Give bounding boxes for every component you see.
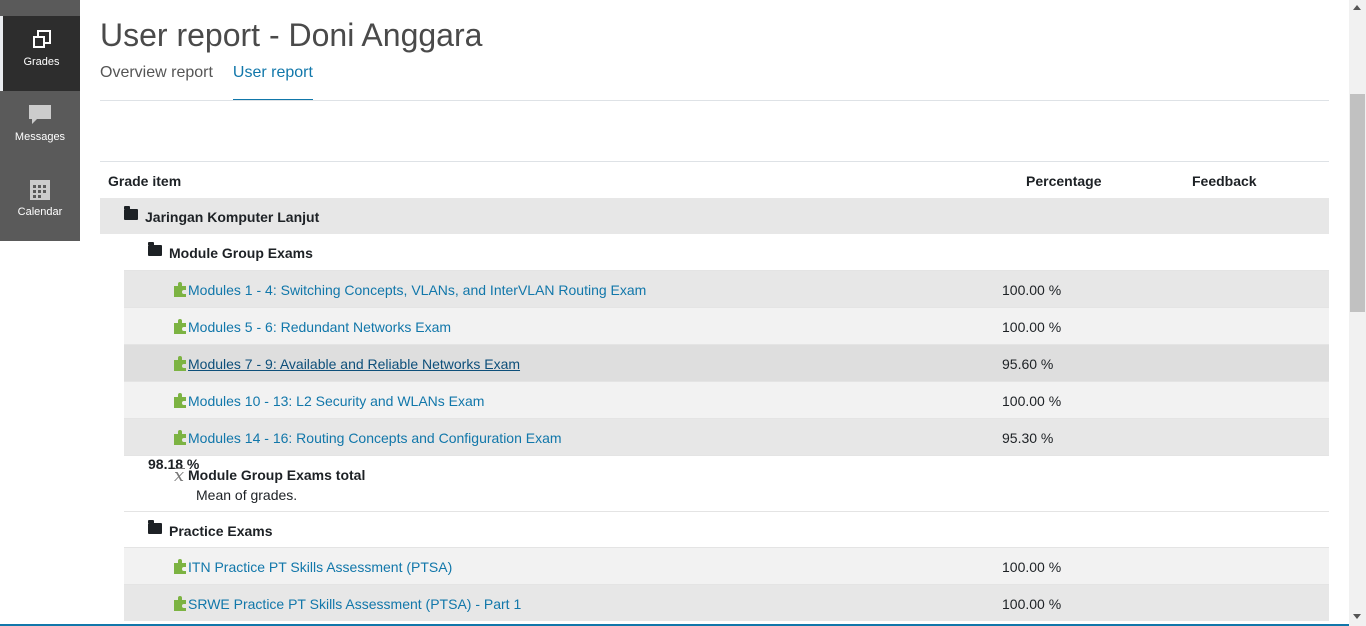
nav-item-label: Calendar <box>17 206 63 218</box>
grade-percentage: 100.00 % <box>1002 282 1062 298</box>
nav-item-label: Grades <box>23 56 60 68</box>
calendar-icon <box>28 178 52 202</box>
grade-item-link[interactable]: Modules 14 - 16: Routing Concepts and Co… <box>188 430 562 446</box>
total-note: Mean of grades. <box>196 487 298 503</box>
table-row: Modules 14 - 16: Routing Concepts and Co… <box>124 418 1329 455</box>
folder-icon <box>124 206 138 220</box>
grade-item-link[interactable]: Modules 7 - 9: Available and Reliable Ne… <box>188 356 520 372</box>
course-row: Jaringan Komputer Lanjut <box>100 198 1329 234</box>
table-row: ITN Practice PT Skills Assessment (PTSA)… <box>124 547 1329 584</box>
folder-icon <box>148 242 162 256</box>
scroll-up-arrow-icon[interactable] <box>1353 5 1361 10</box>
course-name: Jaringan Komputer Lanjut <box>145 209 320 225</box>
scroll-down-arrow-icon[interactable] <box>1353 614 1361 619</box>
table-header-row: Grade item Percentage Feedback <box>100 162 1329 198</box>
tab-overview-report[interactable]: Overview report <box>100 64 213 101</box>
table-row: Modules 7 - 9: Available and Reliable Ne… <box>124 344 1329 381</box>
grade-percentage: 100.00 % <box>1002 319 1062 335</box>
messages-icon <box>28 103 52 127</box>
nav-item-messages[interactable]: Messages <box>0 91 80 166</box>
column-header-feedback: Feedback <box>1192 173 1257 189</box>
tab-user-report[interactable]: User report <box>232 64 313 101</box>
grade-percentage: 95.30 % <box>1002 430 1054 446</box>
page-title: User report - Doni Anggara <box>100 17 483 53</box>
quiz-puzzle-icon <box>174 596 186 611</box>
grade-item-link[interactable]: Modules 5 - 6: Redundant Networks Exam <box>188 319 451 335</box>
table-row: Modules 1 - 4: Switching Concepts, VLANs… <box>124 270 1329 307</box>
side-navigation: Grades Messages Calendar <box>0 0 80 241</box>
column-header-grade-item: Grade item <box>108 173 182 189</box>
grade-item-link[interactable]: ITN Practice PT Skills Assessment (PTSA) <box>188 559 452 575</box>
total-name: Module Group Exams total <box>188 467 366 483</box>
table-row: SRWE Practice PT Skills Assessment (PTSA… <box>124 584 1329 621</box>
grade-table: Grade item Percentage Feedback Jaringan … <box>100 161 1329 621</box>
category-items: Modules 1 - 4: Switching Concepts, VLANs… <box>124 270 1329 511</box>
grade-percentage: 100.00 % <box>1002 393 1062 409</box>
page-scrollbar[interactable] <box>1349 0 1366 626</box>
course-body: Module Group Exams Modules 1 - 4: Switch… <box>124 234 1329 621</box>
folder-icon <box>148 520 162 534</box>
nav-item-label: Messages <box>14 131 66 143</box>
category-total-row: x Module Group Exams total Mean of grade… <box>124 455 1329 511</box>
tabs-divider <box>100 100 1329 101</box>
grades-icon <box>30 28 54 52</box>
quiz-puzzle-icon <box>174 559 186 574</box>
category-name: Module Group Exams <box>169 245 313 261</box>
grade-percentage: 100.00 % <box>1002 559 1062 575</box>
quiz-puzzle-icon <box>174 356 186 371</box>
table-row: Modules 10 - 13: L2 Security and WLANs E… <box>124 381 1329 418</box>
quiz-puzzle-icon <box>174 393 186 408</box>
report-tabs: Overview report User report <box>100 64 333 101</box>
quiz-puzzle-icon <box>174 282 186 297</box>
quiz-puzzle-icon <box>174 430 186 445</box>
grade-item-link[interactable]: Modules 10 - 13: L2 Security and WLANs E… <box>188 393 484 409</box>
column-header-percentage: Percentage <box>1026 173 1102 189</box>
nav-item-grades[interactable]: Grades <box>0 16 80 91</box>
scrollbar-thumb[interactable] <box>1350 94 1365 312</box>
grade-percentage: 95.60 % <box>1002 356 1054 372</box>
category-row: Module Group Exams <box>124 234 1329 270</box>
grade-item-link[interactable]: Modules 1 - 4: Switching Concepts, VLANs… <box>188 282 646 298</box>
table-row: Modules 5 - 6: Redundant Networks Exam 1… <box>124 307 1329 344</box>
nav-item-calendar[interactable]: Calendar <box>0 166 80 241</box>
category-row: Practice Exams <box>124 511 1329 547</box>
category-name: Practice Exams <box>169 523 273 539</box>
mean-icon: x <box>174 465 186 486</box>
category-items: ITN Practice PT Skills Assessment (PTSA)… <box>124 547 1329 621</box>
grade-percentage: 100.00 % <box>1002 596 1062 612</box>
quiz-puzzle-icon <box>174 319 186 334</box>
grade-item-link[interactable]: SRWE Practice PT Skills Assessment (PTSA… <box>188 596 521 612</box>
